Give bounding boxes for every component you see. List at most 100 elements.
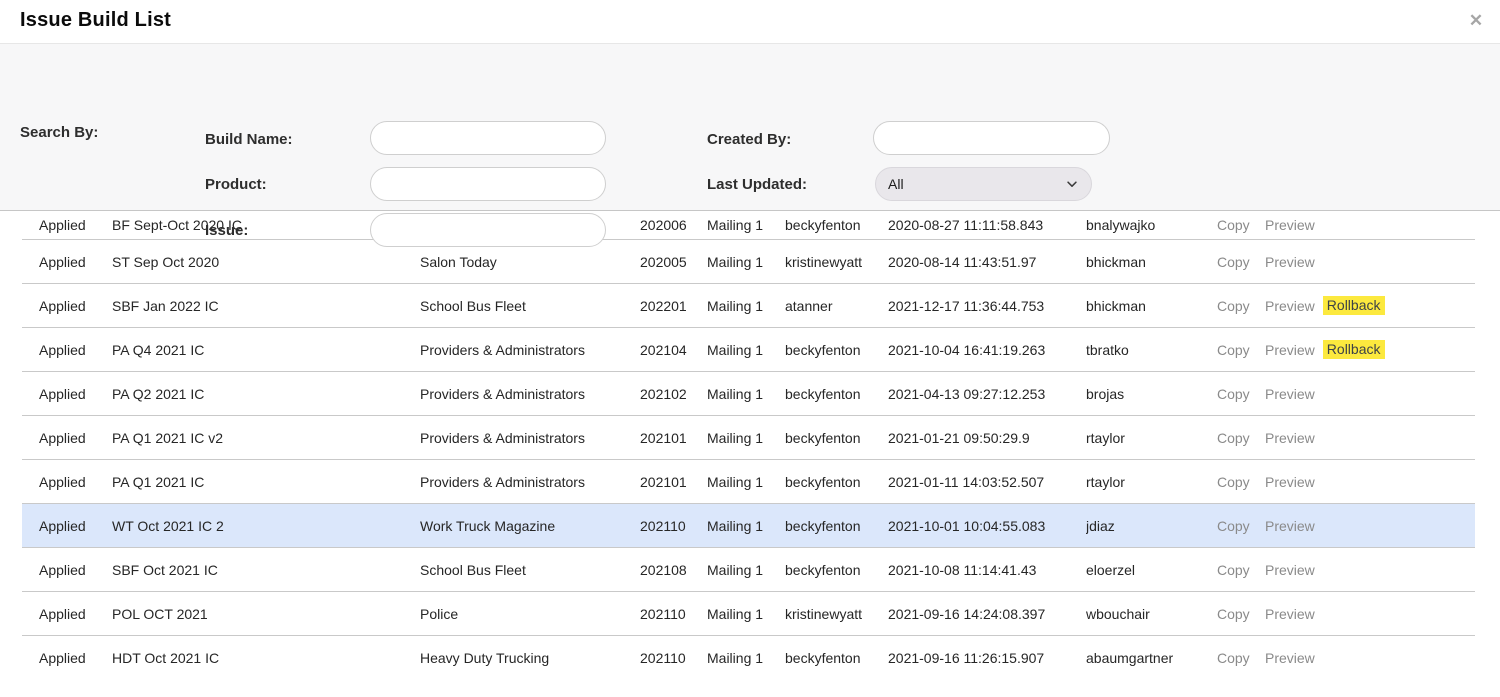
row-created-by: kristinewyatt — [785, 254, 888, 270]
row-last-updated: 2021-10-04 16:41:19.263 — [888, 342, 1086, 358]
preview-link[interactable]: Preview — [1265, 518, 1315, 534]
row-build-name: PA Q1 2021 IC v2 — [112, 430, 420, 446]
copy-link[interactable]: Copy — [1217, 650, 1250, 666]
row-updated-by: abaumgartner — [1086, 650, 1217, 666]
copy-link[interactable]: Copy — [1217, 342, 1250, 358]
product-input[interactable] — [370, 167, 606, 201]
row-mailing: Mailing 1 — [707, 430, 785, 446]
row-updated-by: rtaylor — [1086, 474, 1217, 490]
table-row[interactable]: Applied SBF Oct 2021 IC School Bus Fleet… — [22, 548, 1475, 592]
row-product: Providers & Administrators — [420, 342, 640, 358]
row-issue: 202201 — [640, 298, 707, 314]
row-status: Applied — [22, 474, 112, 490]
copy-link[interactable]: Copy — [1217, 518, 1250, 534]
row-status: Applied — [22, 386, 112, 402]
issue-input[interactable] — [370, 213, 606, 247]
preview-link[interactable]: Preview — [1265, 562, 1315, 578]
row-issue: 202101 — [640, 474, 707, 490]
search-panel: Search By: Build Name: Product: Issue: C… — [0, 44, 1500, 211]
row-updated-by: bhickman — [1086, 298, 1217, 314]
row-build-name: PA Q1 2021 IC — [112, 474, 420, 490]
chevron-down-icon — [1065, 177, 1079, 191]
row-last-updated: 2020-08-14 11:43:51.97 — [888, 254, 1086, 270]
last-updated-selected-value: All — [888, 176, 1065, 192]
table-row[interactable]: Applied PA Q1 2021 IC v2 Providers & Adm… — [22, 416, 1475, 460]
row-issue: 202110 — [640, 518, 707, 534]
row-updated-by: bnalywajko — [1086, 217, 1217, 233]
preview-link[interactable]: Preview — [1265, 606, 1315, 622]
last-updated-label: Last Updated: — [707, 176, 807, 193]
build-name-label: Build Name: — [205, 131, 293, 148]
row-status: Applied — [22, 606, 112, 622]
preview-link[interactable]: Preview — [1265, 386, 1315, 402]
build-name-input[interactable] — [370, 121, 606, 155]
rollback-link[interactable]: Rollback — [1323, 340, 1385, 359]
preview-link[interactable]: Preview — [1265, 430, 1315, 446]
row-created-by: beckyfenton — [785, 474, 888, 490]
row-last-updated: 2021-12-17 11:36:44.753 — [888, 298, 1086, 314]
row-created-by: atanner — [785, 298, 888, 314]
preview-link[interactable]: Preview — [1265, 298, 1315, 314]
rollback-link[interactable]: Rollback — [1323, 296, 1385, 315]
row-build-name: SBF Jan 2022 IC — [112, 298, 420, 314]
row-mailing: Mailing 1 — [707, 217, 785, 233]
row-product: Providers & Administrators — [420, 386, 640, 402]
row-issue: 202110 — [640, 650, 707, 666]
row-created-by: beckyfenton — [785, 518, 888, 534]
row-last-updated: 2021-01-21 09:50:29.9 — [888, 430, 1086, 446]
page-title: Issue Build List — [20, 9, 171, 32]
created-by-input[interactable] — [873, 121, 1110, 155]
row-created-by: beckyfenton — [785, 386, 888, 402]
row-mailing: Mailing 1 — [707, 562, 785, 578]
preview-link[interactable]: Preview — [1265, 254, 1315, 270]
row-updated-by: wbouchair — [1086, 606, 1217, 622]
table-row[interactable]: Applied WT Oct 2021 IC 2 Work Truck Maga… — [22, 504, 1475, 548]
row-last-updated: 2021-01-11 14:03:52.507 — [888, 474, 1086, 490]
table-row[interactable]: Applied PA Q2 2021 IC Providers & Admini… — [22, 372, 1475, 416]
row-issue: 202110 — [640, 606, 707, 622]
row-issue: 202104 — [640, 342, 707, 358]
copy-link[interactable]: Copy — [1217, 606, 1250, 622]
row-product: School Bus Fleet — [420, 298, 640, 314]
preview-link[interactable]: Preview — [1265, 217, 1315, 233]
table-row[interactable]: Applied PA Q4 2021 IC Providers & Admini… — [22, 328, 1475, 372]
table-row[interactable]: Applied SBF Jan 2022 IC School Bus Fleet… — [22, 284, 1475, 328]
row-mailing: Mailing 1 — [707, 606, 785, 622]
row-last-updated: 2021-09-16 14:24:08.397 — [888, 606, 1086, 622]
close-icon[interactable]: ✕ — [1464, 9, 1488, 33]
row-updated-by: rtaylor — [1086, 430, 1217, 446]
row-status: Applied — [22, 298, 112, 314]
row-issue: 202006 — [640, 217, 707, 233]
preview-link[interactable]: Preview — [1265, 650, 1315, 666]
table-row[interactable]: Applied POL OCT 2021 Police 202110 Maili… — [22, 592, 1475, 636]
table-row[interactable]: Applied PA Q1 2021 IC Providers & Admini… — [22, 460, 1475, 504]
modal-header: Issue Build List ✕ — [0, 0, 1500, 44]
row-product: Heavy Duty Trucking — [420, 650, 640, 666]
copy-link[interactable]: Copy — [1217, 430, 1250, 446]
row-created-by: beckyfenton — [785, 430, 888, 446]
copy-link[interactable]: Copy — [1217, 562, 1250, 578]
row-build-name: WT Oct 2021 IC 2 — [112, 518, 420, 534]
row-build-name: PA Q2 2021 IC — [112, 386, 420, 402]
row-last-updated: 2021-09-16 11:26:15.907 — [888, 650, 1086, 666]
row-build-name: HDT Oct 2021 IC — [112, 650, 420, 666]
row-mailing: Mailing 1 — [707, 650, 785, 666]
copy-link[interactable]: Copy — [1217, 298, 1250, 314]
row-last-updated: 2021-10-01 10:04:55.083 — [888, 518, 1086, 534]
row-build-name: ST Sep Oct 2020 — [112, 254, 420, 270]
copy-link[interactable]: Copy — [1217, 254, 1250, 270]
row-status: Applied — [22, 254, 112, 270]
table-row[interactable]: Applied HDT Oct 2021 IC Heavy Duty Truck… — [22, 636, 1475, 680]
row-created-by: kristinewyatt — [785, 606, 888, 622]
preview-link[interactable]: Preview — [1265, 342, 1315, 358]
last-updated-select[interactable]: All — [875, 167, 1092, 201]
row-created-by: beckyfenton — [785, 217, 888, 233]
row-mailing: Mailing 1 — [707, 298, 785, 314]
table-row[interactable]: Applied ST Sep Oct 2020 Salon Today 2020… — [22, 240, 1475, 284]
copy-link[interactable]: Copy — [1217, 386, 1250, 402]
preview-link[interactable]: Preview — [1265, 474, 1315, 490]
row-status: Applied — [22, 342, 112, 358]
copy-link[interactable]: Copy — [1217, 217, 1250, 233]
row-status: Applied — [22, 562, 112, 578]
copy-link[interactable]: Copy — [1217, 474, 1250, 490]
